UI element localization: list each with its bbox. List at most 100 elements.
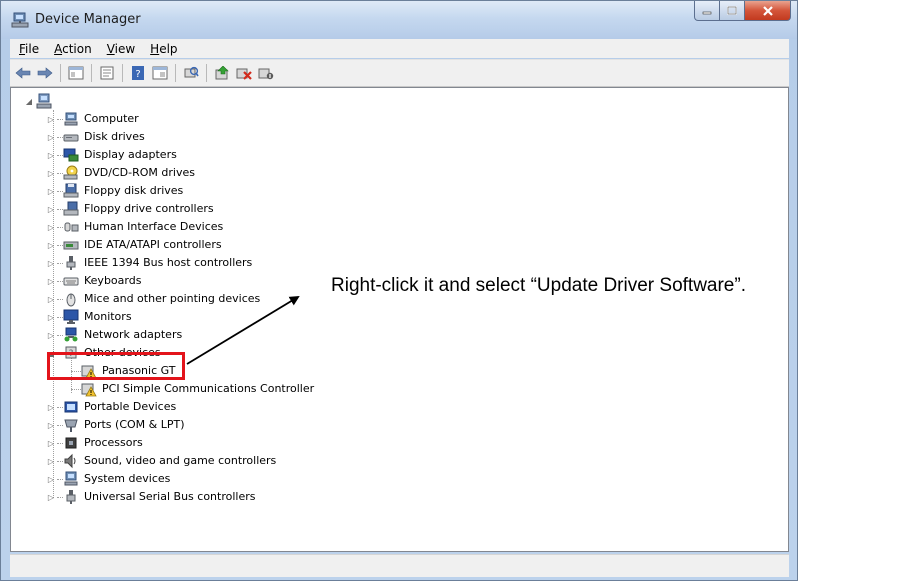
tree-category-item[interactable]: ▷ Display adapters — [47, 146, 177, 164]
tree-connector — [57, 244, 63, 246]
expand-arrow-icon[interactable]: ▷ — [47, 133, 55, 142]
tree-category-item[interactable]: ▷ System devices — [47, 470, 170, 488]
scan-hardware-button[interactable] — [182, 64, 200, 82]
tree-category-item[interactable]: ▷ Floppy disk drives — [47, 182, 183, 200]
tree-item-label: Universal Serial Bus controllers — [84, 490, 256, 503]
show-hide-console-tree-button[interactable] — [67, 64, 85, 82]
view-icon — [152, 66, 168, 80]
tree-item-label: IEEE 1394 Bus host controllers — [84, 256, 253, 269]
tree-item-label: Keyboards — [84, 274, 142, 287]
tree-category-item[interactable]: ▷ IEEE 1394 Bus host controllers — [47, 254, 252, 272]
tree-root-node[interactable]: ◢ — [25, 92, 57, 110]
highlight-box — [47, 352, 185, 380]
expand-arrow-icon[interactable]: ▷ — [47, 115, 55, 124]
tree-category-item[interactable]: ▷ Ports (COM & LPT) — [47, 416, 185, 434]
expand-arrow-icon[interactable]: ▷ — [47, 403, 55, 412]
tree-connector — [57, 460, 63, 462]
tree-connector — [57, 316, 63, 318]
title-bar[interactable]: Device Manager — [1, 1, 797, 39]
svg-text:?: ? — [135, 69, 140, 80]
system-devices-icon — [64, 471, 78, 486]
tree-connector — [57, 280, 63, 282]
expand-arrow-icon[interactable]: ▷ — [47, 493, 55, 502]
computer-root-icon — [36, 93, 52, 109]
processor-icon — [65, 437, 77, 449]
minimize-button[interactable] — [694, 1, 720, 21]
tree-connector — [57, 424, 63, 426]
uninstall-button[interactable] — [235, 64, 253, 82]
expand-arrow-icon[interactable]: ▷ — [47, 277, 55, 286]
close-button[interactable] — [745, 1, 791, 21]
forward-button[interactable] — [36, 64, 54, 82]
expand-arrow-icon[interactable]: ▷ — [47, 259, 55, 268]
tree-category-item[interactable]: ▷ Disk drives — [47, 128, 145, 146]
display-adapter-icon — [63, 148, 79, 162]
maximize-button[interactable] — [720, 1, 745, 21]
expand-arrow-icon[interactable]: ▷ — [47, 223, 55, 232]
mouse-icon — [66, 293, 76, 307]
toolbar-separator — [206, 64, 207, 82]
floppy-drive-icon — [63, 183, 79, 198]
expand-arrow-icon[interactable]: ▷ — [47, 295, 55, 304]
tree-connector — [57, 208, 63, 210]
collapse-arrow-icon[interactable]: ◢ — [25, 97, 33, 106]
menu-file[interactable]: File — [19, 42, 39, 56]
tree-category-item[interactable]: ▷ Human Interface Devices — [47, 218, 223, 236]
expand-arrow-icon[interactable]: ▷ — [47, 205, 55, 214]
tree-category-item[interactable]: ▷ Monitors — [47, 308, 132, 326]
expand-arrow-icon[interactable]: ▷ — [47, 439, 55, 448]
menu-action[interactable]: Action — [54, 42, 92, 56]
tree-item-label: Ports (COM & LPT) — [84, 418, 185, 431]
tree-category-item[interactable]: ▷ IDE ATA/ATAPI controllers — [47, 236, 222, 254]
toolbar: ? — [10, 59, 789, 87]
tree-item-label: Human Interface Devices — [84, 220, 224, 233]
instruction-annotation: Right-click it and select “Update Driver… — [331, 275, 746, 296]
tree-category-item[interactable]: ▷ Network adapters — [47, 326, 182, 344]
expand-arrow-icon[interactable]: ▷ — [47, 313, 55, 322]
update-driver-button[interactable] — [213, 64, 231, 82]
tree-connector — [57, 406, 63, 408]
disable-button[interactable] — [257, 64, 275, 82]
tree-category-item[interactable]: ▷ Keyboards — [47, 272, 142, 290]
menu-bar: File Action View Help — [10, 39, 789, 58]
menu-view[interactable]: View — [107, 42, 135, 56]
menu-help[interactable]: Help — [150, 42, 177, 56]
expand-arrow-icon[interactable]: ▷ — [47, 151, 55, 160]
hid-icon — [64, 222, 79, 232]
tree-category-item[interactable]: ▷ Mice and other pointing devices — [47, 290, 260, 308]
expand-arrow-icon[interactable]: ▷ — [47, 187, 55, 196]
expand-arrow-icon[interactable]: ▷ — [47, 169, 55, 178]
minimize-icon — [702, 11, 712, 14]
expand-arrow-icon[interactable]: ▷ — [47, 475, 55, 484]
caption-buttons — [694, 1, 791, 23]
view-button[interactable] — [151, 64, 169, 82]
tree-item-label: Monitors — [84, 310, 132, 323]
expand-arrow-icon[interactable]: ▷ — [47, 457, 55, 466]
ieee1394-icon — [66, 256, 76, 270]
tree-connector — [57, 172, 63, 174]
tree-category-item[interactable]: ▷ Computer — [47, 110, 139, 128]
properties-button[interactable] — [98, 64, 116, 82]
expand-arrow-icon[interactable]: ▷ — [47, 421, 55, 430]
monitor-icon — [63, 309, 79, 324]
back-button[interactable] — [14, 64, 32, 82]
help-button[interactable]: ? — [129, 64, 147, 82]
disable-icon — [258, 68, 274, 80]
tree-item-label: DVD/CD-ROM drives — [84, 166, 195, 179]
tree-category-item[interactable]: ▷ Processors — [47, 434, 143, 452]
tree-connector — [57, 334, 63, 336]
tree-category-item[interactable]: ▷ DVD/CD-ROM drives — [47, 164, 195, 182]
expand-arrow-icon[interactable]: ▷ — [47, 241, 55, 250]
tree-category-item[interactable]: ▷ Portable Devices — [47, 398, 176, 416]
expand-arrow-icon[interactable]: ▷ — [47, 331, 55, 340]
device-manager-icon — [11, 12, 29, 28]
tree-category-item[interactable]: ▷ Universal Serial Bus controllers — [47, 488, 255, 506]
tree-connector — [57, 442, 63, 444]
tree-category-item[interactable]: ▷ Sound, video and game controllers — [47, 452, 276, 470]
close-icon — [762, 5, 773, 16]
portable-device-icon — [64, 401, 78, 413]
device-tree-pane[interactable]: ◢ ▷ Computer ▷ Disk drives ▷ Display adapters… — [10, 87, 789, 552]
tree-child-item[interactable]: PCI Simple Communications Controller — [71, 380, 314, 398]
tree-category-item[interactable]: ▷ Floppy drive controllers — [47, 200, 214, 218]
tree-item-label: Floppy disk drives — [84, 184, 184, 197]
